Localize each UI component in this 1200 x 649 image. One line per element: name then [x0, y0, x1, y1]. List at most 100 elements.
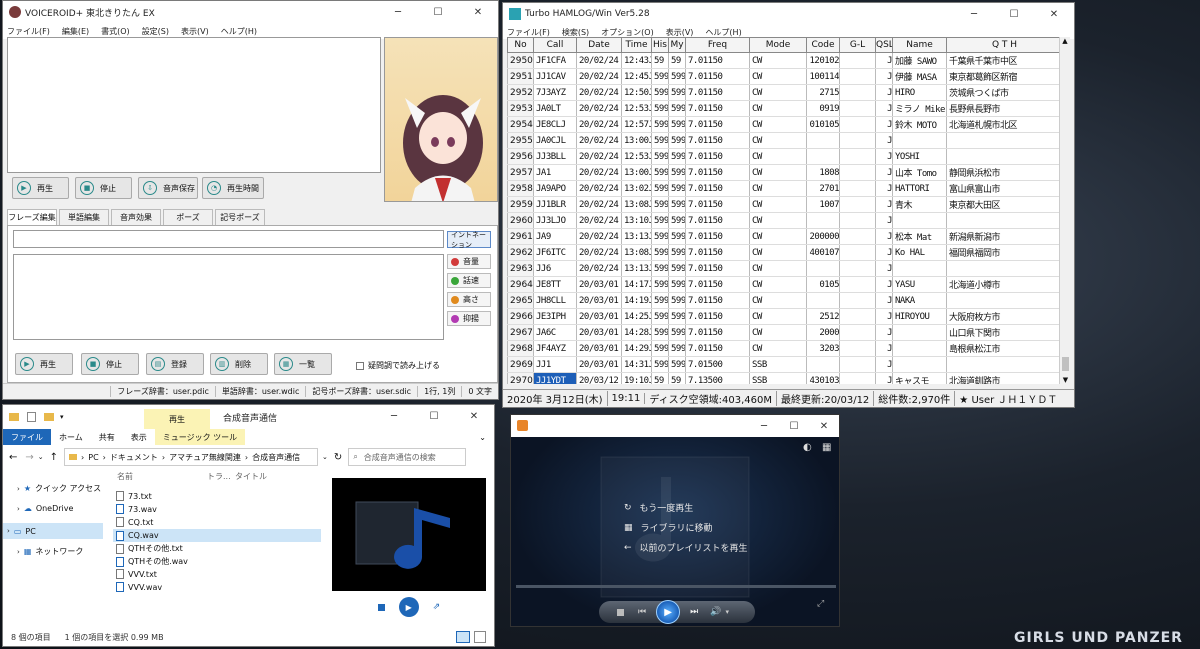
log-cell-qsl[interactable]: J — [875, 100, 893, 117]
col-no[interactable]: No — [507, 37, 534, 53]
thumbnail-view-icon[interactable] — [474, 631, 486, 643]
log-cell-no[interactable]: 2950 — [507, 52, 534, 69]
log-cell-mode[interactable]: CW — [749, 180, 807, 197]
log-row[interactable]: 2954 JE8CLJ 20/02/24 12:57J 599 599 7.01150 CW 0… — [507, 116, 1062, 133]
log-cell-code[interactable]: 430103 — [806, 372, 840, 384]
log-cell-call[interactable]: JJ1BLR — [533, 196, 577, 213]
log-cell-freq[interactable]: 7.01150 — [685, 100, 750, 117]
log-cell-his[interactable]: 599 — [651, 356, 669, 373]
log-cell-no[interactable]: 2966 — [507, 308, 534, 325]
tree-onedrive[interactable]: › ☁ OneDrive — [17, 504, 73, 513]
log-cell-my[interactable]: 599 — [668, 276, 686, 293]
log-cell-time[interactable]: 12:50J — [621, 84, 652, 101]
log-cell-time[interactable]: 13:13J — [621, 260, 652, 277]
tab-audio-effect[interactable]: 音声効果 — [111, 209, 161, 225]
log-cell-qth[interactable]: 北海道小樽市 — [946, 276, 1062, 293]
expand-icon[interactable]: › — [7, 527, 10, 535]
log-row[interactable]: 2957 JA1 20/02/24 13:00J 599 599 7.01150 CW 1808… — [507, 164, 1062, 181]
log-cell-qth[interactable] — [946, 132, 1062, 149]
log-cell-qth[interactable] — [946, 356, 1062, 373]
log-cell-freq[interactable]: 7.01150 — [685, 52, 750, 69]
log-cell-gl[interactable] — [839, 52, 876, 69]
log-cell-name[interactable]: 松本 Mat — [892, 228, 947, 245]
log-cell-freq[interactable]: 7.01150 — [685, 228, 750, 245]
col-name[interactable]: Name — [892, 37, 947, 53]
log-cell-freq[interactable]: 7.01150 — [685, 132, 750, 149]
log-cell-date[interactable]: 20/03/01 — [576, 340, 622, 357]
log-cell-qth[interactable] — [946, 148, 1062, 165]
log-cell-call[interactable]: JJ1CAV — [533, 68, 577, 85]
log-cell-mode[interactable]: CW — [749, 244, 807, 261]
col-track[interactable]: トラ... — [207, 471, 235, 485]
log-cell-name[interactable] — [892, 260, 947, 277]
close-icon[interactable]: ✕ — [458, 1, 498, 23]
log-cell-his[interactable]: 599 — [651, 164, 669, 181]
log-cell-date[interactable]: 20/02/24 — [576, 244, 622, 261]
volume-icon[interactable]: 🔊 — [710, 607, 721, 617]
log-cell-name[interactable]: 伊藤 MASA — [892, 68, 947, 85]
log-cell-my[interactable]: 599 — [668, 308, 686, 325]
log-cell-qth[interactable]: 静岡県浜松市 — [946, 164, 1062, 181]
log-row[interactable]: 2961 JA9 20/02/24 13:13J 599 599 7.01150 CW 2000… — [507, 228, 1062, 245]
log-cell-call[interactable]: JH8CLL — [533, 292, 577, 309]
log-cell-his[interactable]: 599 — [651, 100, 669, 117]
log-cell-mode[interactable]: CW — [749, 100, 807, 117]
log-cell-freq[interactable]: 7.01150 — [685, 276, 750, 293]
menu-file[interactable]: ファイル(F) — [7, 26, 50, 37]
log-cell-no[interactable]: 2958 — [507, 180, 534, 197]
log-cell-time[interactable]: 13:00J — [621, 132, 652, 149]
log-cell-freq[interactable]: 7.01150 — [685, 148, 750, 165]
log-cell-my[interactable]: 599 — [668, 356, 686, 373]
log-cell-code[interactable]: 2701 — [806, 180, 840, 197]
path-ham[interactable]: アマチュア無線関連 — [169, 452, 241, 463]
wmp-titlebar[interactable]: ─ ☐ ✕ — [511, 415, 839, 437]
log-cell-no[interactable]: 2964 — [507, 276, 534, 293]
log-cell-gl[interactable] — [839, 100, 876, 117]
log-cell-qth[interactable] — [946, 212, 1062, 229]
log-row[interactable]: 2953 JA0LT 20/02/24 12:53J 599 599 7.01150 CW 09… — [507, 100, 1062, 117]
play-button[interactable]: ▶ 再生 — [12, 177, 69, 199]
log-cell-date[interactable]: 20/02/24 — [576, 196, 622, 213]
log-cell-freq[interactable]: 7.01150 — [685, 116, 750, 133]
delete-button[interactable]: ▥ 削除 — [210, 353, 268, 375]
log-cell-name[interactable]: 青木 — [892, 196, 947, 213]
log-cell-freq[interactable]: 7.01150 — [685, 196, 750, 213]
log-cell-code[interactable] — [806, 356, 840, 373]
log-cell-mode[interactable]: CW — [749, 260, 807, 277]
file-item[interactable]: 73.wav — [116, 504, 157, 514]
tree-quick-access[interactable]: › ★ クイック アクセス — [17, 483, 101, 494]
previous-playlist-item[interactable]: ← 以前のプレイリストを再生 — [624, 541, 748, 555]
log-cell-code[interactable]: 1007 — [806, 196, 840, 213]
path-current[interactable]: 合成音声通信 — [252, 452, 300, 463]
log-cell-time[interactable]: 13:10J — [621, 212, 652, 229]
expand-icon[interactable]: › — [17, 505, 20, 513]
log-cell-my[interactable]: 599 — [668, 324, 686, 341]
log-cell-qth[interactable]: 長野県長野市 — [946, 100, 1062, 117]
log-cell-no[interactable]: 2968 — [507, 340, 534, 357]
log-cell-time[interactable]: 14:31J — [621, 356, 652, 373]
log-row[interactable]: 2959 JJ1BLR 20/02/24 13:08J 599 599 7.01150 CW 1… — [507, 196, 1062, 213]
col-gl[interactable]: G-L — [839, 37, 876, 53]
close-icon[interactable]: ✕ — [454, 405, 494, 427]
save-audio-button[interactable]: ⇩ 音声保存 — [138, 177, 198, 199]
log-row[interactable]: 2956 JJ3BLL 20/02/24 12:53J 599 599 7.01150 CW J… — [507, 148, 1062, 165]
menu-view[interactable]: 表示(V) — [181, 26, 209, 37]
col-qsl[interactable]: QSL — [875, 37, 893, 53]
log-cell-no[interactable]: 2953 — [507, 100, 534, 117]
log-cell-mode[interactable]: SSB — [749, 372, 807, 384]
log-cell-qth[interactable]: 茨城県つくば市 — [946, 84, 1062, 101]
play-again-item[interactable]: ↻ もう一度再生 — [624, 501, 693, 515]
log-cell-his[interactable]: 599 — [651, 116, 669, 133]
log-cell-qsl[interactable]: J — [875, 276, 893, 293]
log-cell-time[interactable]: 13:02J — [621, 180, 652, 197]
log-cell-date[interactable]: 20/03/01 — [576, 308, 622, 325]
log-cell-gl[interactable] — [839, 260, 876, 277]
log-cell-code[interactable]: 0919 — [806, 100, 840, 117]
log-cell-date[interactable]: 20/03/01 — [576, 356, 622, 373]
log-cell-no[interactable]: 2960 — [507, 212, 534, 229]
log-cell-mode[interactable]: CW — [749, 276, 807, 293]
log-cell-freq[interactable]: 7.01150 — [685, 68, 750, 85]
log-cell-code[interactable] — [806, 148, 840, 165]
log-cell-qth[interactable]: 富山県富山市 — [946, 180, 1062, 197]
qat-dropdown-icon[interactable]: ▾ — [60, 413, 64, 421]
